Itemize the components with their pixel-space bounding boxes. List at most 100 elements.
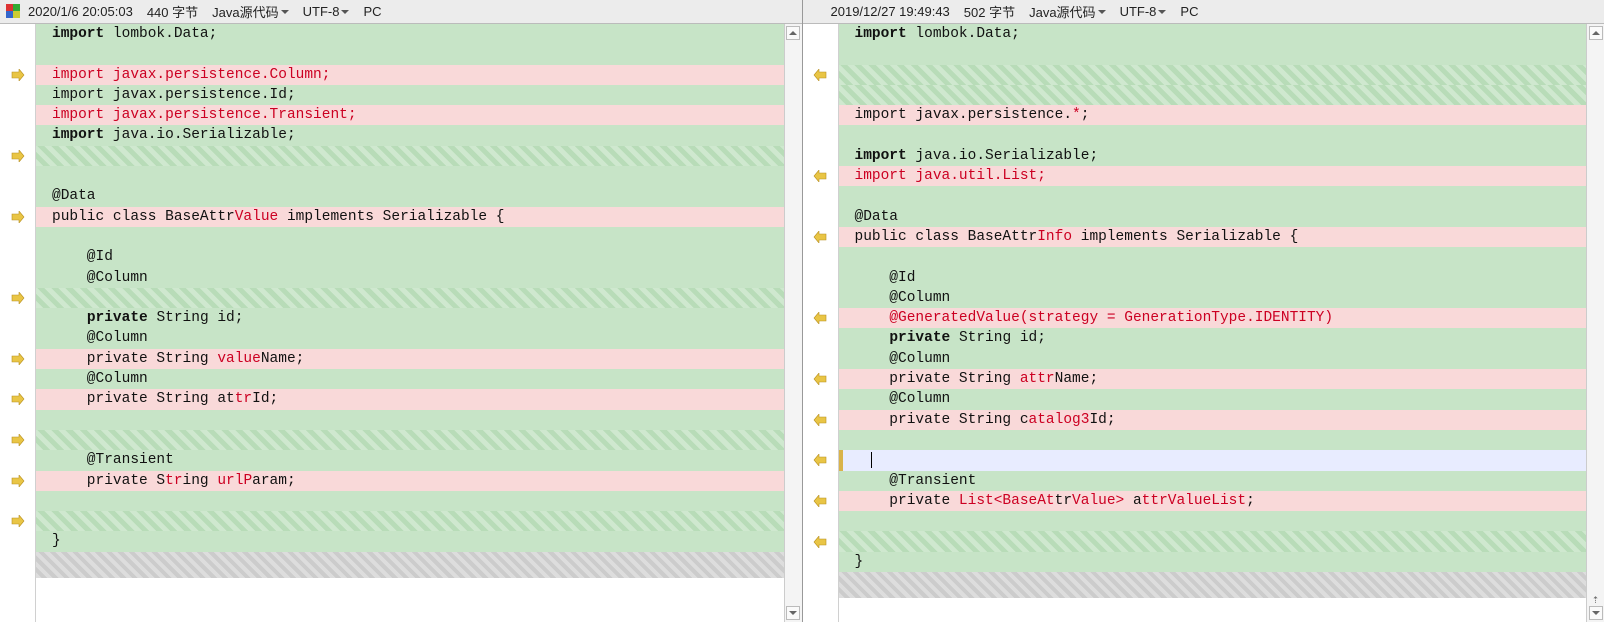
sync-arrow-icon[interactable] xyxy=(11,150,25,162)
scroll-down-button[interactable] xyxy=(1589,606,1603,620)
code-line[interactable]: import java.io.Serializable; xyxy=(36,125,802,145)
code-line[interactable] xyxy=(839,511,1604,531)
left-editor[interactable]: import lombok.Data; import javax.persiste… xyxy=(0,24,802,622)
code-line[interactable]: private String valueName; xyxy=(36,349,802,369)
sync-arrow-icon[interactable] xyxy=(813,454,827,466)
code-line[interactable] xyxy=(839,65,1604,85)
code-line[interactable]: private String urlParam; xyxy=(36,471,802,491)
encoding-dropdown[interactable]: UTF-8 xyxy=(1120,4,1167,19)
sync-arrow-icon[interactable] xyxy=(11,353,25,365)
code-line[interactable]: import javax.persistence.*; xyxy=(839,105,1604,125)
code-line[interactable]: @Transient xyxy=(839,471,1604,491)
code-line[interactable] xyxy=(36,491,802,511)
code-line[interactable]: import javax.persistence.Column; xyxy=(36,65,802,85)
sync-arrow-icon[interactable] xyxy=(11,515,25,527)
sync-arrow-icon[interactable] xyxy=(11,393,25,405)
code-line[interactable]: @Data xyxy=(36,186,802,206)
code-line[interactable] xyxy=(839,450,1604,470)
code-line[interactable] xyxy=(36,44,802,64)
code-text: import java.io.Serializable; xyxy=(36,125,296,145)
scroll-up-button[interactable] xyxy=(1589,26,1603,40)
code-line[interactable]: import lombok.Data; xyxy=(839,24,1604,44)
gutter-row xyxy=(0,471,35,491)
right-code[interactable]: import lombok.Data; import javax.persiste… xyxy=(839,24,1604,622)
code-line[interactable] xyxy=(36,227,802,247)
code-line[interactable]: @Data xyxy=(839,207,1604,227)
eof-marker xyxy=(839,572,1604,598)
code-line[interactable]: import java.util.List; xyxy=(839,166,1604,186)
code-line[interactable] xyxy=(839,430,1604,450)
scrollbar[interactable]: ⇡ xyxy=(1586,24,1604,622)
gutter-row xyxy=(0,85,35,105)
code-line[interactable]: private String id; xyxy=(36,308,802,328)
code-line[interactable]: } xyxy=(839,552,1604,572)
code-line[interactable]: @Id xyxy=(36,247,802,267)
chevron-down-icon xyxy=(341,8,349,16)
sync-arrow-icon[interactable] xyxy=(813,312,827,324)
sync-arrow-icon[interactable] xyxy=(11,475,25,487)
chevron-down-icon xyxy=(1098,8,1106,16)
code-line[interactable] xyxy=(839,44,1604,64)
scroll-down-button[interactable] xyxy=(786,606,800,620)
scroll-up-button[interactable] xyxy=(786,26,800,40)
sync-arrow-icon[interactable] xyxy=(11,292,25,304)
code-line[interactable]: @Transient xyxy=(36,450,802,470)
code-line[interactable]: public class BaseAttrInfo implements Ser… xyxy=(839,227,1604,247)
encoding-dropdown[interactable]: UTF-8 xyxy=(303,4,350,19)
sync-arrow-icon[interactable] xyxy=(813,231,827,243)
code-line[interactable]: @Column xyxy=(839,389,1604,409)
code-line[interactable]: @GeneratedValue(strategy = GenerationTyp… xyxy=(839,308,1604,328)
code-text: import javax.persistence.*; xyxy=(839,105,1090,125)
code-line[interactable] xyxy=(839,125,1604,145)
right-gutter xyxy=(803,24,839,622)
sync-arrow-icon[interactable] xyxy=(11,434,25,446)
sync-arrow-icon[interactable] xyxy=(813,536,827,548)
left-code[interactable]: import lombok.Data; import javax.persiste… xyxy=(36,24,802,622)
code-line[interactable]: public class BaseAttrValue implements Se… xyxy=(36,207,802,227)
sync-arrow-icon[interactable] xyxy=(813,495,827,507)
code-line[interactable]: private String catalog3Id; xyxy=(839,410,1604,430)
code-line[interactable] xyxy=(839,186,1604,206)
code-line[interactable] xyxy=(36,511,802,531)
code-line[interactable]: @Id xyxy=(839,268,1604,288)
code-line[interactable] xyxy=(839,85,1604,105)
code-line[interactable]: } xyxy=(36,531,802,551)
code-line[interactable]: private String attrName; xyxy=(839,369,1604,389)
code-line[interactable]: import javax.persistence.Id; xyxy=(36,85,802,105)
code-text: @Data xyxy=(36,186,96,206)
gutter-row xyxy=(803,491,838,511)
sync-arrow-icon[interactable] xyxy=(11,211,25,223)
scrollbar[interactable] xyxy=(784,24,802,622)
code-line[interactable]: private List<BaseAttrValue> attrValueLis… xyxy=(839,491,1604,511)
code-line[interactable] xyxy=(36,288,802,308)
code-line[interactable] xyxy=(36,146,802,166)
sync-arrow-icon[interactable] xyxy=(813,414,827,426)
code-line[interactable]: import javax.persistence.Transient; xyxy=(36,105,802,125)
code-line[interactable]: @Column xyxy=(839,349,1604,369)
code-line[interactable]: @Column xyxy=(839,288,1604,308)
right-editor[interactable]: import lombok.Data; import javax.persiste… xyxy=(803,24,1604,622)
sync-arrow-icon[interactable] xyxy=(813,170,827,182)
code-line[interactable] xyxy=(839,531,1604,551)
code-line[interactable]: @Column xyxy=(36,328,802,348)
gutter-row xyxy=(0,24,35,44)
gutter-row xyxy=(0,308,35,328)
code-line[interactable]: @Column xyxy=(36,369,802,389)
code-line[interactable] xyxy=(36,410,802,430)
sync-arrow-icon[interactable] xyxy=(813,373,827,385)
code-line[interactable] xyxy=(839,247,1604,267)
code-line[interactable]: import java.io.Serializable; xyxy=(839,146,1604,166)
code-line[interactable]: import lombok.Data; xyxy=(36,24,802,44)
code-line[interactable]: private String attrId; xyxy=(36,389,802,409)
filetype-dropdown[interactable]: Java源代码 xyxy=(1029,2,1105,21)
left-header: 2020/1/6 20:05:03 440 字节 Java源代码 UTF-8 P… xyxy=(0,0,802,24)
code-text: } xyxy=(36,531,61,551)
code-line[interactable] xyxy=(36,166,802,186)
code-line[interactable]: @Column xyxy=(36,268,802,288)
filetype-dropdown[interactable]: Java源代码 xyxy=(212,2,288,21)
code-line[interactable] xyxy=(36,430,802,450)
sync-arrow-icon[interactable] xyxy=(813,69,827,81)
filesize: 502 字节 xyxy=(964,2,1015,21)
code-line[interactable]: private String id; xyxy=(839,328,1604,348)
sync-arrow-icon[interactable] xyxy=(11,69,25,81)
